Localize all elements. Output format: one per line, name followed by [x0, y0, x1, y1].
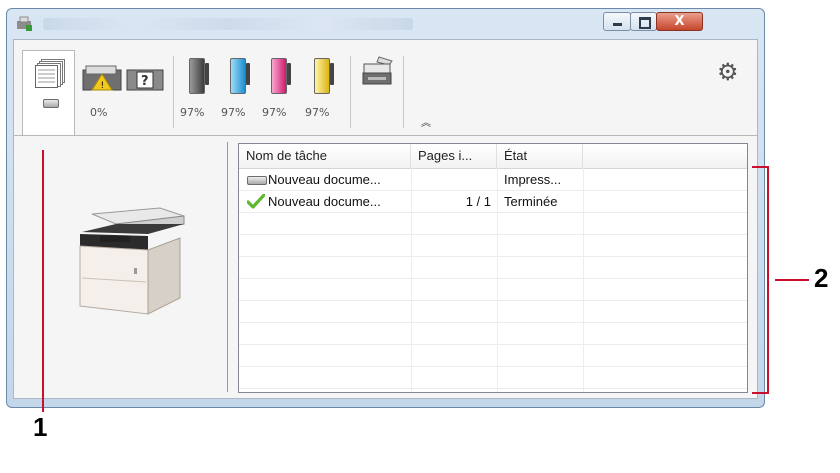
callout-line-2	[775, 279, 809, 281]
tab-job-queue[interactable]	[22, 50, 75, 135]
pane-divider[interactable]	[227, 142, 228, 392]
empty-row	[239, 345, 747, 367]
toner-black-level: 97%	[180, 106, 205, 119]
status-tabs: ! ? 0% 97% 97% 97% 97% ︽ ⚙	[14, 40, 757, 136]
document-stack-icon	[35, 59, 65, 88]
job-name: Nouveau docume...	[268, 194, 381, 209]
close-icon: X	[674, 14, 685, 29]
paper-warning-icon: ! ?	[82, 65, 164, 91]
toner-magenta-level: 97%	[262, 106, 287, 119]
printer-app-icon	[17, 16, 32, 31]
toner-yellow-level: 97%	[305, 106, 330, 119]
tab-toner-black[interactable]: 97%	[178, 52, 216, 125]
printer-image	[79, 207, 185, 315]
tab-separator	[350, 56, 351, 128]
status-monitor-window: X ! ? 0% 97% 97% 97% 97% ︽ ⚙ Nom de tâch…	[6, 8, 765, 408]
svg-text:?: ?	[141, 74, 149, 89]
svg-text:!: !	[101, 81, 105, 91]
callout-bracket-top	[752, 166, 768, 168]
job-pages: 1 / 1	[465, 194, 491, 209]
document-lines-icon	[35, 65, 58, 88]
callout-number-2: 2	[814, 263, 829, 293]
column-header-pages[interactable]: Pages i...	[411, 144, 497, 168]
toner-cyan-icon	[230, 58, 250, 94]
client-area: ! ? 0% 97% 97% 97% 97% ︽ ⚙ Nom de tâche …	[13, 39, 758, 399]
empty-row	[239, 279, 747, 301]
paper-level-label: 0%	[90, 106, 108, 119]
job-list-header: Nom de tâche Pages i... État	[239, 144, 747, 169]
empty-row	[239, 235, 747, 257]
table-row[interactable]: Nouveau docume... 1 / 1 Terminée	[239, 191, 747, 213]
printer-preview	[14, 136, 228, 398]
empty-row	[239, 367, 747, 389]
toner-yellow-icon	[314, 58, 334, 94]
scanner-icon	[362, 56, 393, 85]
job-name: Nouveau docume...	[268, 172, 381, 187]
title-bar[interactable]: X	[7, 9, 764, 39]
callout-bracket-bottom	[752, 392, 768, 394]
job-state: Impress...	[504, 172, 562, 187]
tab-separator	[173, 56, 174, 128]
table-row[interactable]: Nouveau docume... Impress...	[239, 169, 747, 191]
tab-paper[interactable]: ! ? 0%	[78, 52, 170, 125]
maximize-button[interactable]	[630, 12, 657, 31]
job-pages	[411, 169, 491, 190]
job-state: Terminée	[504, 194, 558, 209]
column-header-name[interactable]: Nom de tâche	[239, 144, 411, 168]
toner-magenta-icon	[271, 58, 291, 94]
callout-bracket-vertical	[767, 166, 769, 394]
job-list[interactable]: Nom de tâche Pages i... État Nouveau doc…	[238, 143, 748, 393]
column-header-state[interactable]: État	[497, 144, 583, 168]
callout-line-1	[42, 150, 44, 412]
empty-row	[239, 323, 747, 345]
empty-row	[239, 213, 747, 235]
tab-separator	[403, 56, 404, 128]
gear-icon[interactable]: ⚙	[717, 60, 739, 84]
toner-cyan-level: 97%	[221, 106, 246, 119]
minimize-button[interactable]	[603, 12, 631, 31]
tab-toner-magenta[interactable]: 97%	[260, 52, 298, 125]
job-status-indicator	[43, 99, 59, 108]
tab-toner-yellow[interactable]: 97%	[302, 52, 342, 125]
empty-row	[239, 257, 747, 279]
expand-icon[interactable]: ︽	[421, 114, 431, 129]
empty-row	[239, 301, 747, 323]
tab-toner-cyan[interactable]: 97%	[219, 52, 257, 125]
close-button[interactable]: X	[656, 12, 703, 31]
printing-icon	[247, 169, 269, 190]
tab-device-status[interactable]	[355, 52, 399, 125]
toner-black-icon	[189, 58, 209, 94]
check-icon	[247, 194, 265, 209]
window-title	[43, 18, 413, 30]
callout-number-1: 1	[33, 412, 48, 442]
